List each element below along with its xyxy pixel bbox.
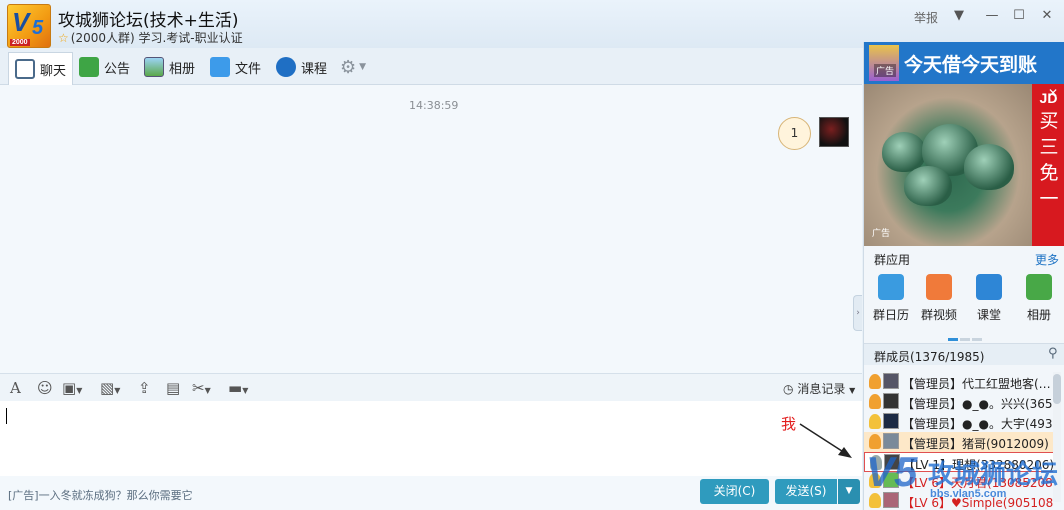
apps-pager[interactable] [948,330,984,344]
app-album[interactable]: 相册 [1015,274,1063,323]
chevron-down-icon: ▼ [849,386,856,395]
upload-icon[interactable]: ⇪ [138,379,151,397]
avatar [883,433,899,449]
chat-history[interactable]: 14:38:59 1 › [0,85,862,373]
title-bar: V5 2000 攻城狮论坛(技术+生活) ☆ (2000人群) 学习.考试-职业认… [0,0,1064,48]
admin-icon [869,374,881,389]
watermark-logo: V5 [866,448,918,495]
member-item[interactable]: 【管理员】代工红盟地客(… [864,372,1054,392]
jd-promo-text: 买三免一 [1039,110,1059,210]
chevron-down-icon: ▼ [359,62,367,72]
sender-avatar[interactable] [819,117,849,147]
close-icon[interactable]: ✕ [1036,8,1058,23]
avatar [883,413,899,429]
member-item[interactable]: 【管理员】●_●。兴兴(365… [864,392,1054,412]
tab-chat[interactable]: 聊天 [8,52,74,85]
ad-tag-bottom: 广告 [872,229,891,239]
folder-icon [210,57,230,77]
members-header: 群成员(1376/1985) ⚲ [864,343,1064,365]
app-group-calendar[interactable]: 群日历 [867,274,915,323]
emoji-icon[interactable]: ☺ [37,379,53,397]
course-icon [276,57,296,77]
bottom-bar: [广告]一入冬就冻成狗？那么你需要它 关闭(C) 发送(S) ▼ [0,476,862,510]
album-icon [144,57,164,77]
maximize-icon[interactable]: ☐ [1008,8,1030,23]
tab-announcement[interactable]: 公告 [73,52,136,82]
image-icon[interactable]: ▧▼ [100,379,120,397]
group-apps-title: 群应用 [874,253,911,267]
send-options-button[interactable]: ▼ [838,479,860,504]
chat-icon [15,59,35,79]
message-history-button[interactable]: ◷ 消息记录 ▼ [783,380,855,397]
magic-emoji-icon[interactable]: ▣▼ [62,379,82,397]
watermark: V5 攻城狮论坛 bbs.vlan5.com [866,448,1062,508]
scrollbar-thumb[interactable] [1053,374,1061,404]
ad-link[interactable]: [广告]一入冬就冻成狗？那么你需要它 [8,487,193,503]
group-subtitle: ☆ (2000人群) 学习.考试-职业认证 [58,31,243,45]
jd-ad-strip: JD 买三免一 [1032,84,1064,246]
app-group-video[interactable]: 群视频 [915,274,963,323]
font-icon[interactable]: A [10,379,21,397]
close-button[interactable]: 关闭(C) [700,479,769,504]
more-tools-icon[interactable]: ▬▼ [228,379,248,397]
settings-menu[interactable]: ⚙ ▼ [334,52,372,82]
main-toolbar: 聊天 公告 相册 文件 课程 ⚙ ▼ [0,48,862,85]
admin-icon [869,394,881,409]
annotation-arrow [799,423,852,458]
avatar [883,373,899,389]
tab-files[interactable]: 文件 [204,52,267,82]
ad-banner[interactable]: 广告 今天借今天到账 广告 JD 买三免一 ✕ [864,42,1064,246]
star-icon: ☆ [58,31,69,45]
message-input[interactable]: 我 [0,401,862,476]
close-ad-icon[interactable]: ✕ [1048,86,1058,100]
gear-icon: ⚙ [340,56,357,78]
send-button[interactable]: 发送(S) [775,479,837,504]
app-classroom[interactable]: 课堂 [965,274,1013,323]
admin-icon [869,434,881,449]
watermark-url: bbs.vlan5.com [930,488,1007,500]
tab-course[interactable]: 课程 [270,52,333,82]
ad-headline-bar: 广告 今天借今天到账 [864,42,1064,84]
input-toolbar: A ☺ ▣▼ ▧▼ ⇪ ▤ ✂▼ ▬▼ ◷ 消息记录 ▼ [0,373,862,401]
album-icon [1026,274,1052,300]
group-logo[interactable]: V5 2000 [7,4,51,48]
watermark-text: 攻城狮论坛 [928,460,1059,490]
search-icon[interactable]: ⚲ [1048,346,1058,361]
report-button[interactable]: 举报 [914,9,938,26]
message-timestamp: 14:38:59 [409,99,459,112]
members-title: 群成员(1376/1985) [874,350,985,364]
ad-headline: 今天借今天到账 [904,54,1038,76]
right-panel: 广告 今天借今天到账 广告 JD 买三免一 ✕ 群应用 更多 群日历 群视频 课… [863,42,1064,510]
group-name[interactable]: 攻城狮论坛(技术+生活) [58,6,239,31]
dropdown-arrow-icon[interactable]: ▼ [948,8,970,23]
classroom-icon [976,274,1002,300]
flag-icon [79,57,99,77]
minimize-icon[interactable]: — [981,8,1003,23]
panel-collapse-handle[interactable]: › [853,295,862,331]
admin-icon [869,414,881,429]
avatar [883,393,899,409]
video-icon [926,274,952,300]
logo-year: 2000 [10,39,30,46]
gift-icon[interactable]: ▤ [166,379,180,397]
member-item[interactable]: 【管理员】●_●。大宇(493… [864,412,1054,432]
group-apps-header: 群应用 更多 [864,246,1064,270]
group-apps-more-link[interactable]: 更多 [1035,251,1059,268]
tab-album[interactable]: 相册 [138,52,201,82]
screenshot-icon[interactable]: ✂▼ [192,379,211,397]
clock-icon: ◷ [783,382,794,396]
message-sticker[interactable]: 1 [778,117,811,150]
ad-photo: 广告 [864,84,1032,246]
calendar-icon [878,274,904,300]
ad-tag: 广告 [874,64,897,77]
